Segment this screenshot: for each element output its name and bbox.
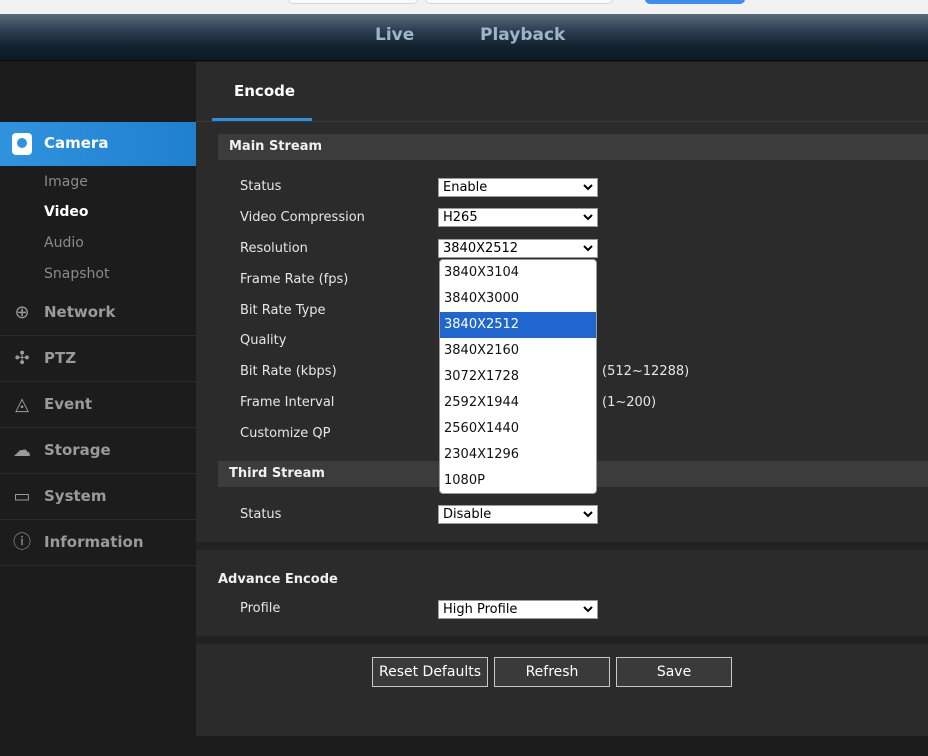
sidebar-item-information[interactable]: ⓘ Information bbox=[0, 520, 196, 566]
select-value: H265 bbox=[443, 210, 478, 225]
ptz-icon: ✣ bbox=[14, 348, 30, 369]
sidebar-sub-snapshot[interactable]: Snapshot bbox=[44, 266, 109, 282]
profile-select[interactable]: High Profile bbox=[438, 600, 598, 619]
cloud-icon: ☁ bbox=[13, 440, 31, 461]
advance-encode-title: Advance Encode bbox=[218, 572, 338, 587]
panel-separator bbox=[196, 636, 928, 644]
monitor-icon: ▭ bbox=[13, 486, 31, 507]
nav-playback[interactable]: Playback bbox=[480, 25, 565, 45]
chevron-down-icon bbox=[583, 214, 593, 221]
chevron-down-icon bbox=[583, 511, 593, 518]
sidebar-item-label: PTZ bbox=[44, 349, 77, 367]
status-select[interactable]: Enable bbox=[438, 178, 598, 197]
third-status-label: Status bbox=[240, 507, 282, 522]
sidebar-item-label: Event bbox=[44, 395, 93, 413]
tab-divider bbox=[196, 121, 928, 122]
resolution-dropdown[interactable]: 3840X3104 3840X3000 3840X2512 3840X2160 … bbox=[439, 259, 597, 494]
top-button[interactable] bbox=[645, 0, 745, 4]
select-value: High Profile bbox=[443, 602, 518, 617]
nav-live[interactable]: Live bbox=[375, 25, 414, 45]
tab-label: Encode bbox=[234, 82, 296, 100]
sidebar-sub-image[interactable]: Image bbox=[44, 174, 88, 190]
chevron-down-icon bbox=[583, 184, 593, 191]
section-title: Third Stream bbox=[229, 466, 325, 481]
sidebar-sub-audio[interactable]: Audio bbox=[44, 235, 84, 251]
sidebar-sub-video[interactable]: Video bbox=[44, 204, 89, 220]
save-button[interactable]: Save bbox=[616, 657, 732, 687]
resolution-option[interactable]: 1080P bbox=[440, 468, 596, 493]
sidebar-item-label: Information bbox=[44, 533, 144, 551]
sidebar-item-label: Camera bbox=[44, 134, 109, 152]
sidebar-item-camera[interactable]: Camera bbox=[0, 122, 206, 166]
select-value: Disable bbox=[443, 507, 492, 522]
sidebar-item-label: Network bbox=[44, 303, 116, 321]
resolution-option[interactable]: 2560X1440 bbox=[440, 416, 596, 442]
alarm-icon: ◬ bbox=[15, 394, 29, 415]
browser-top-strip bbox=[0, 0, 928, 14]
quality-label: Quality bbox=[240, 333, 287, 348]
compression-label: Video Compression bbox=[240, 210, 365, 225]
sidebar-item-event[interactable]: ◬ Event bbox=[0, 382, 196, 428]
tab-encode[interactable]: Encode bbox=[212, 62, 312, 121]
compression-select[interactable]: H265 bbox=[438, 208, 598, 227]
sidebar-item-label: System bbox=[44, 487, 107, 505]
top-field[interactable] bbox=[288, 0, 418, 4]
reset-defaults-button[interactable]: Reset Defaults bbox=[372, 657, 488, 687]
top-field[interactable] bbox=[425, 0, 613, 4]
section-title: Main Stream bbox=[229, 139, 323, 154]
sidebar-item-ptz[interactable]: ✣ PTZ bbox=[0, 336, 196, 382]
resolution-label: Resolution bbox=[240, 241, 308, 256]
camera-icon bbox=[12, 133, 32, 155]
frame-interval-range: (1~200) bbox=[602, 395, 657, 410]
chevron-down-icon bbox=[583, 606, 593, 613]
frame-rate-label: Frame Rate (fps) bbox=[240, 272, 349, 287]
refresh-button[interactable]: Refresh bbox=[494, 657, 610, 687]
bottom-strip bbox=[196, 736, 928, 756]
bit-rate-type-label: Bit Rate Type bbox=[240, 303, 326, 318]
sidebar-item-storage[interactable]: ☁ Storage bbox=[0, 428, 196, 474]
resolution-option[interactable]: 3840X3104 bbox=[440, 260, 596, 286]
resolution-option[interactable]: 2304X1296 bbox=[440, 442, 596, 468]
frame-interval-label: Frame Interval bbox=[240, 395, 335, 410]
resolution-option-selected[interactable]: 3840X2512 bbox=[440, 312, 596, 338]
main-stream-header: Main Stream bbox=[218, 134, 928, 160]
resolution-option[interactable]: 2592X1944 bbox=[440, 390, 596, 416]
sidebar-item-network[interactable]: ⊕ Network bbox=[0, 290, 196, 336]
third-status-select[interactable]: Disable bbox=[438, 505, 598, 524]
sidebar: Camera Image Video Audio Snapshot ⊕ Netw… bbox=[0, 62, 206, 756]
sidebar-item-label: Storage bbox=[44, 441, 111, 459]
select-value: 3840X2512 bbox=[443, 241, 519, 256]
resolution-option[interactable]: 3840X3000 bbox=[440, 286, 596, 312]
bit-rate-range: (512~12288) bbox=[602, 364, 690, 379]
resolution-option[interactable]: 3840X2160 bbox=[440, 338, 596, 364]
sidebar-item-system[interactable]: ▭ System bbox=[0, 474, 196, 520]
resolution-select[interactable]: 3840X2512 bbox=[438, 239, 598, 258]
resolution-option[interactable]: 3072X1728 bbox=[440, 364, 596, 390]
select-value: Enable bbox=[443, 180, 488, 195]
customize-qp-label: Customize QP bbox=[240, 426, 331, 441]
chevron-down-icon bbox=[583, 245, 593, 252]
bit-rate-label: Bit Rate (kbps) bbox=[240, 364, 337, 379]
panel-separator bbox=[196, 542, 928, 550]
info-icon: ⓘ bbox=[13, 532, 31, 553]
top-navigation: Live Playback bbox=[0, 14, 928, 61]
status-label: Status bbox=[240, 179, 282, 194]
profile-label: Profile bbox=[240, 601, 281, 616]
network-icon: ⊕ bbox=[14, 302, 30, 323]
